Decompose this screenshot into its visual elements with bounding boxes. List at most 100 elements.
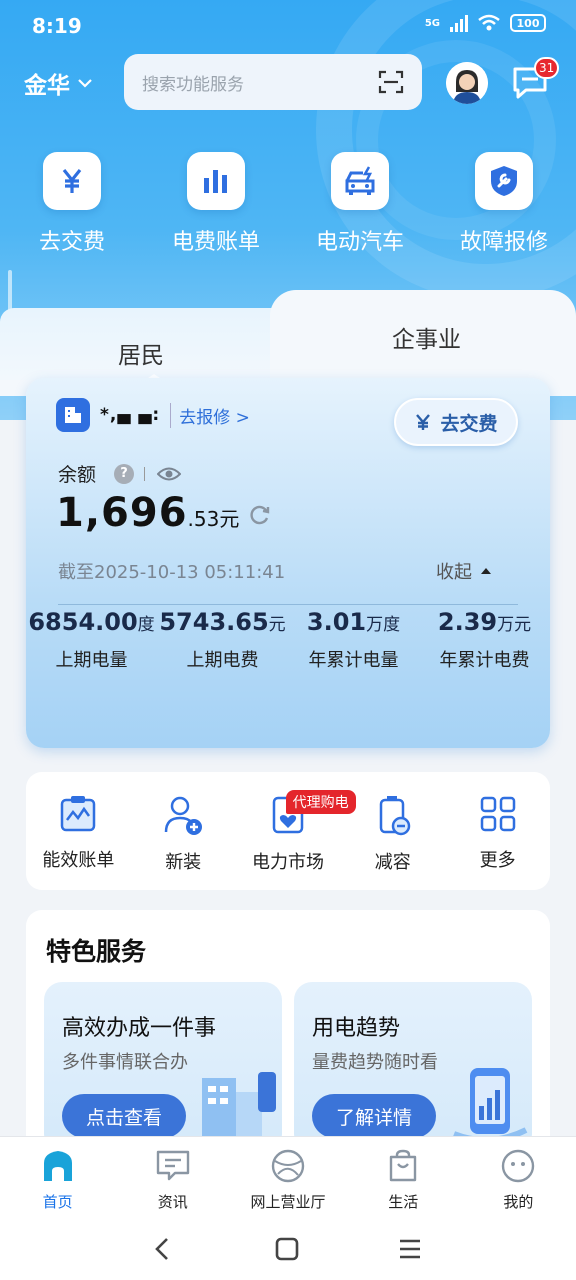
signal-icon xyxy=(450,14,468,32)
stat-unit: 元 xyxy=(268,615,286,635)
usage-stats: 6854.00度 上期电量 5743.65元 上期电费 3.01万度 年累计电量… xyxy=(26,608,550,672)
stat-unit: 万度 xyxy=(366,615,401,635)
featured-title: 特色服务 xyxy=(46,937,147,966)
user-avatar[interactable] xyxy=(446,62,488,104)
balance-label: 余额 xyxy=(58,464,97,486)
service-label: 新装 xyxy=(165,852,202,873)
tab-residential[interactable]: 居民 xyxy=(0,308,288,380)
stat-unit: 度 xyxy=(137,615,155,635)
top-bar: 金华 搜索功能服务 31 xyxy=(0,54,576,110)
stat-label: 年累计电量 xyxy=(308,650,399,671)
account-card: *,▄ ▄: 去报修 > 去交费 余额 ? 1,696 .53元 截至2025-… xyxy=(26,378,550,748)
quick-repair[interactable]: 故障报修 xyxy=(432,152,576,256)
quick-repair-label: 故障报修 xyxy=(459,230,548,255)
network-type: 5G xyxy=(424,17,440,29)
stat-last-fee[interactable]: 5743.65元 上期电费 xyxy=(157,608,288,672)
refresh-icon[interactable] xyxy=(249,504,271,526)
stat-value: 2.39 xyxy=(437,608,498,636)
search-placeholder: 搜索功能服务 xyxy=(142,74,244,95)
feature-card-title: 用电趋势 xyxy=(312,1016,401,1041)
status-icons: 5G 100 xyxy=(425,14,546,32)
search-bar[interactable]: 搜索功能服务 xyxy=(124,54,422,110)
customer-type-tabs: 居民 企事业 xyxy=(0,290,576,382)
shopping-bag-icon xyxy=(390,1149,417,1182)
battery-icon: 100 xyxy=(510,14,546,32)
back-icon[interactable] xyxy=(152,1236,172,1262)
nav-label: 网上营业厅 xyxy=(250,1193,326,1211)
service-label: 更多 xyxy=(479,850,516,871)
scan-icon[interactable] xyxy=(378,70,404,94)
building-icon xyxy=(56,398,90,432)
feature-card-one-stop[interactable]: 高效办成一件事 多件事情联合办 点击查看 xyxy=(44,982,282,1152)
city-selector[interactable]: 金华 xyxy=(24,66,92,100)
globe-icon xyxy=(271,1149,305,1183)
service-more[interactable]: 更多 xyxy=(445,772,550,890)
collapse-toggle[interactable]: 收起 xyxy=(436,558,492,584)
separator xyxy=(144,466,146,481)
service-power-market[interactable]: 电力市场 代理购电 xyxy=(236,772,356,890)
stat-value: 6854.00 xyxy=(28,608,138,636)
city-name: 金华 xyxy=(24,73,70,99)
quick-ev[interactable]: 电动汽车 xyxy=(288,152,432,256)
stat-label: 上期电量 xyxy=(55,650,128,671)
balance: 1,696 .53元 xyxy=(56,490,271,536)
efficiency-bill-icon xyxy=(61,796,96,832)
balance-label-row: 余额 ? xyxy=(58,460,182,487)
account-row: *,▄ ▄: 去报修 > xyxy=(56,398,250,432)
smile-icon xyxy=(502,1149,535,1183)
stat-last-usage[interactable]: 6854.00度 上期电量 xyxy=(26,608,157,672)
as-of-time: 截至2025-10-13 05:11:41 xyxy=(58,562,286,583)
grid-more-icon xyxy=(480,796,515,832)
status-time: 8:19 xyxy=(32,14,82,38)
tab-enterprise-label: 企事业 xyxy=(392,327,461,353)
menu-icon[interactable] xyxy=(398,1238,422,1260)
nav-online-hall[interactable]: 网上营业厅 xyxy=(230,1137,345,1220)
view-button[interactable]: 点击查看 xyxy=(62,1094,186,1138)
stat-label: 年累计电费 xyxy=(439,650,530,671)
help-icon[interactable]: ? xyxy=(114,463,135,484)
eye-icon[interactable] xyxy=(157,466,182,482)
service-label: 减容 xyxy=(374,852,411,873)
bottom-nav: 首页 资讯 网上营业厅 生活 我的 xyxy=(0,1136,576,1220)
caret-up-icon xyxy=(481,568,491,574)
stat-year-fee[interactable]: 2.39万元 年累计电费 xyxy=(419,608,550,672)
nav-label: 我的 xyxy=(503,1193,534,1211)
home-button-icon[interactable] xyxy=(274,1236,300,1262)
quick-pay-label: 去交费 xyxy=(38,230,105,255)
divider xyxy=(58,604,518,605)
stat-unit: 万元 xyxy=(497,615,532,635)
details-button[interactable]: 了解详情 xyxy=(312,1094,436,1138)
stat-year-usage[interactable]: 3.01万度 年累计电量 xyxy=(288,608,419,672)
nav-mine[interactable]: 我的 xyxy=(461,1137,576,1220)
wifi-icon xyxy=(478,14,500,31)
nav-label: 资讯 xyxy=(157,1193,188,1211)
collapse-label: 收起 xyxy=(436,562,472,583)
quick-bill[interactable]: 电费账单 xyxy=(144,152,288,256)
feature-card-subtitle: 多件事情联合办 xyxy=(62,1052,188,1073)
feature-card-usage-trend[interactable]: 用电趋势 量费趋势随时看 了解详情 xyxy=(294,982,532,1152)
featured-services: 特色服务 高效办成一件事 多件事情联合办 点击查看 用电趋势 量费趋势随时看 了… xyxy=(26,910,550,1152)
pay-button[interactable]: 去交费 xyxy=(394,398,518,446)
tab-enterprise[interactable]: 企事业 xyxy=(270,290,576,380)
quick-pay[interactable]: 去交费 xyxy=(0,152,144,256)
message-badge: 31 xyxy=(534,57,560,79)
status-bar: 8:19 5G 100 xyxy=(0,0,576,52)
nav-life[interactable]: 生活 xyxy=(346,1137,461,1220)
nav-home[interactable]: 首页 xyxy=(0,1137,115,1220)
tab-residential-label: 居民 xyxy=(118,343,164,369)
system-nav-bar xyxy=(0,1220,576,1280)
repair-link[interactable]: 去报修 > xyxy=(170,402,250,428)
nav-news[interactable]: 资讯 xyxy=(115,1137,230,1220)
service-reduce-capacity[interactable]: 减容 xyxy=(340,772,445,890)
service-label: 能效账单 xyxy=(42,850,115,871)
feature-card-title: 高效办成一件事 xyxy=(62,1016,217,1041)
balance-integer: 1,696 xyxy=(56,490,188,536)
service-new-install[interactable]: 新装 xyxy=(131,772,236,890)
yuan-icon xyxy=(43,152,101,210)
quick-ev-label: 电动汽车 xyxy=(315,230,404,255)
quick-actions: 去交费 电费账单 电动汽车 故障报修 xyxy=(0,152,576,256)
phone-trend-illustration xyxy=(452,1068,528,1144)
stat-label: 上期电费 xyxy=(186,650,259,671)
bar-chart-icon xyxy=(187,152,245,210)
service-efficiency-bill[interactable]: 能效账单 xyxy=(26,772,131,890)
